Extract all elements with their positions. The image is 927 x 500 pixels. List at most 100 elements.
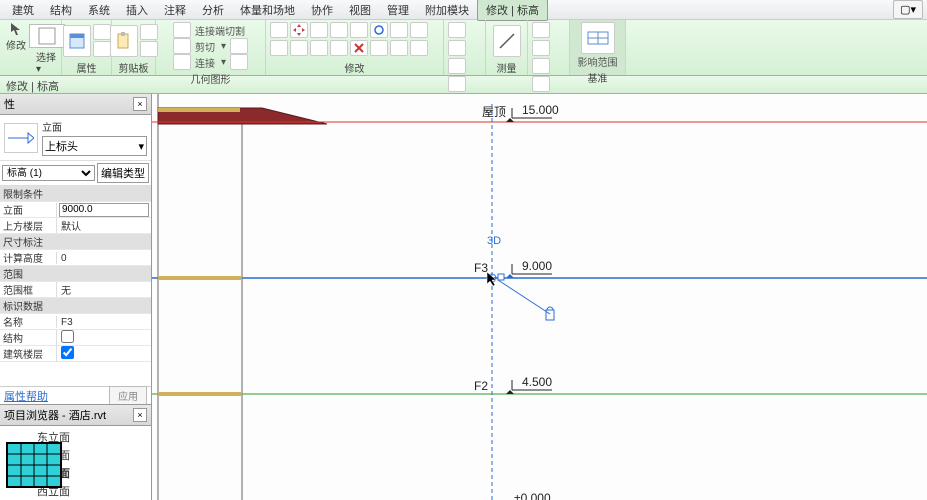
main-area: 性 × 立面 上标头 ▾ 标高 (1) 编辑类型 限制条件 立面: [0, 94, 927, 500]
geometry-label: 几何图形: [191, 71, 231, 86]
type-combo[interactable]: 上标头 ▾: [42, 136, 147, 156]
menu-analyze[interactable]: 分析: [194, 0, 232, 20]
view1-icon[interactable]: [448, 22, 466, 38]
chevron-down-icon: ▾: [138, 140, 144, 153]
type-preview-icon: [4, 123, 38, 153]
properties-small-1-icon[interactable]: [93, 24, 111, 40]
offset-icon[interactable]: [310, 22, 328, 38]
properties-help-link[interactable]: 属性帮助: [4, 388, 48, 404]
properties-icon[interactable]: [63, 25, 91, 57]
measure-icon[interactable]: [493, 25, 521, 57]
browser-title-bar[interactable]: 项目浏览器 - 酒店.rvt ×: [0, 405, 151, 426]
create4-icon[interactable]: [532, 76, 550, 92]
level-f2-value[interactable]: 4.500: [522, 375, 552, 389]
join-icon[interactable]: [173, 54, 191, 70]
select-label: 选择▾: [36, 49, 57, 75]
close-icon[interactable]: ×: [133, 97, 147, 111]
datum-3d-toggle[interactable]: 3D: [487, 235, 501, 247]
cut-icon[interactable]: [140, 41, 158, 57]
view3-icon[interactable]: [448, 58, 466, 74]
level-roof-marker-icon: [506, 118, 514, 122]
ribbon-clipboard-panel: 剪贴板: [112, 20, 156, 75]
properties-help-row: 属性帮助 应用: [0, 386, 151, 404]
view4-icon[interactable]: [448, 76, 466, 92]
modify-panel-label: 修改: [345, 60, 365, 75]
select-tool-icon[interactable]: [29, 24, 65, 48]
trim-icon[interactable]: [390, 22, 408, 38]
pin-icon[interactable]: [310, 40, 328, 56]
menu-modify-level[interactable]: 修改 | 标高: [477, 0, 548, 21]
level-roof-value[interactable]: 15.000: [522, 103, 559, 117]
view2-icon[interactable]: [448, 40, 466, 56]
level-f3-drag-handle[interactable]: [498, 274, 504, 280]
mirror-icon[interactable]: [350, 22, 368, 38]
section-constraints[interactable]: 限制条件: [0, 186, 151, 202]
menu-collab[interactable]: 协作: [303, 0, 341, 20]
unpin-icon[interactable]: [330, 40, 348, 56]
structural-checkbox[interactable]: [61, 330, 74, 343]
panel-preview[interactable]: [6, 442, 62, 488]
lock-icon[interactable]: [546, 310, 554, 320]
menu-annot[interactable]: 注释: [156, 0, 194, 20]
extra2-icon[interactable]: [390, 40, 408, 56]
propagate-extents-icon[interactable]: [581, 22, 615, 54]
create1-icon[interactable]: [532, 22, 550, 38]
menu-struct[interactable]: 结构: [42, 0, 80, 20]
menu-addins[interactable]: 附加模块: [417, 0, 477, 20]
join-label: 连接: [193, 55, 217, 70]
instance-filter[interactable]: 标高 (1): [2, 165, 95, 181]
ribbon-create-panel: 创建: [528, 20, 570, 75]
copy-icon[interactable]: [140, 24, 158, 40]
ribbon: 修改 选择▾ 属性 剪贴板 连接端切割 剪切▾ 连接: [0, 20, 927, 76]
browser-close-icon[interactable]: ×: [133, 408, 147, 422]
section-dimensions[interactable]: 尺寸标注: [0, 234, 151, 250]
ribbon-geometry-panel: 连接端切割 剪切▾ 连接▾ 几何图形: [156, 20, 266, 75]
menu-manage[interactable]: 管理: [379, 0, 417, 20]
paste-button-icon[interactable]: [110, 25, 138, 57]
level-f3-name[interactable]: F3: [474, 261, 488, 275]
join-aux-icon[interactable]: [230, 54, 248, 70]
menu-arch[interactable]: 建筑: [4, 0, 42, 20]
menu-sys[interactable]: 系统: [80, 0, 118, 20]
extra3-icon[interactable]: [410, 40, 428, 56]
split-icon[interactable]: [410, 22, 428, 38]
level-f3-marker-icon: [506, 274, 514, 278]
array-icon[interactable]: [270, 40, 288, 56]
properties-panel-label: 属性: [77, 60, 97, 75]
elevation-input[interactable]: [59, 203, 149, 217]
scale-icon[interactable]: [290, 40, 308, 56]
section-identity[interactable]: 标识数据: [0, 298, 151, 314]
prop-structural: 结构: [0, 330, 151, 346]
prop-scope-box: 范围框 无: [0, 282, 151, 298]
extra1-icon[interactable]: [370, 40, 388, 56]
delete-icon[interactable]: [350, 40, 368, 56]
rotate-icon[interactable]: [370, 22, 388, 38]
section-extents[interactable]: 范围: [0, 266, 151, 282]
menu-end-control[interactable]: ▢▾: [893, 0, 923, 19]
level-roof-name[interactable]: 屋顶: [482, 105, 506, 119]
properties-small-2-icon[interactable]: [93, 41, 111, 57]
building-story-checkbox[interactable]: [61, 346, 74, 359]
create3-icon[interactable]: [532, 58, 550, 74]
cut-aux-icon[interactable]: [230, 38, 248, 54]
menu-massing[interactable]: 体量和场地: [232, 0, 303, 20]
move-icon[interactable]: [290, 22, 308, 38]
properties-panel-title[interactable]: 性 ×: [0, 94, 151, 115]
level-f1-value[interactable]: ±0.000: [514, 491, 551, 500]
menu-view[interactable]: 视图: [341, 0, 379, 20]
copy-mod-icon[interactable]: [330, 22, 348, 38]
select-arrow-icon[interactable]: [9, 22, 23, 36]
cut-geo-icon[interactable]: [173, 38, 191, 54]
create2-icon[interactable]: [532, 40, 550, 56]
menu-insert[interactable]: 插入: [118, 0, 156, 20]
ribbon-modify-panel: 修改: [266, 20, 444, 75]
align-icon[interactable]: [270, 22, 288, 38]
apply-button[interactable]: 应用: [109, 386, 147, 405]
level-f3-value[interactable]: 9.000: [522, 259, 552, 273]
level-f2-name[interactable]: F2: [474, 379, 488, 393]
type-selector[interactable]: 立面 上标头 ▾: [0, 115, 151, 161]
drawing-canvas[interactable]: 屋顶 15.000 F3 9.000 3D: [152, 94, 927, 500]
edit-type-button[interactable]: 编辑类型: [97, 163, 149, 183]
cope-icon[interactable]: [173, 22, 191, 38]
canvas-svg: 屋顶 15.000 F3 9.000 3D: [152, 94, 927, 500]
